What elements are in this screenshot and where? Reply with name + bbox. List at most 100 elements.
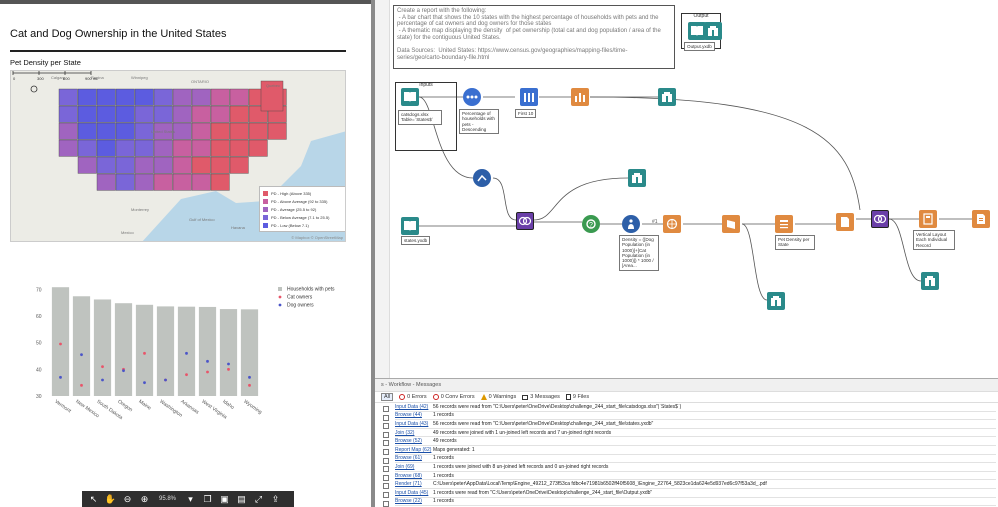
- x-tick-label: Maine: [137, 399, 152, 412]
- file-icon: [565, 394, 571, 400]
- report-text-tool-icon[interactable]: [775, 215, 793, 233]
- input-data-tool-icon[interactable]: [401, 217, 419, 235]
- state-region: [96, 88, 116, 106]
- message-row[interactable]: Browse (22) 1 records: [395, 498, 996, 507]
- filter-all[interactable]: All: [381, 393, 394, 401]
- point-dog-owners: [185, 351, 188, 355]
- pan-hand-icon[interactable]: ✋: [105, 494, 116, 505]
- message-tool-link[interactable]: Input Data (43): [395, 421, 433, 427]
- filter-errors[interactable]: 0 Errors: [399, 394, 427, 400]
- sample-label: First 10: [515, 109, 537, 119]
- join-tool-icon[interactable]: [871, 210, 889, 228]
- state-region: [134, 173, 154, 191]
- point-cat-owners: [227, 367, 230, 371]
- expand-icon[interactable]: ⤢: [253, 494, 264, 505]
- layout-tool-icon[interactable]: [919, 210, 937, 228]
- bar-households: [156, 306, 175, 396]
- browse-tool-icon[interactable]: [921, 272, 939, 290]
- export-icon[interactable]: ⇪: [270, 494, 281, 505]
- message-row[interactable]: Browse (52) 49 records: [395, 437, 996, 446]
- formula-tool-icon[interactable]: [622, 215, 640, 233]
- copy-icon[interactable]: ❐: [202, 494, 213, 505]
- message-row[interactable]: Report Map (62) Maps generated: 1: [395, 446, 996, 455]
- filter-warnings[interactable]: 0 Warnings: [480, 394, 516, 400]
- message-type-icon: [383, 491, 389, 498]
- zoom-out-icon[interactable]: ⊖: [122, 494, 133, 505]
- fit-page-icon[interactable]: ▣: [219, 494, 230, 505]
- browse-tool-icon[interactable]: [658, 88, 676, 106]
- report-map-tool-icon[interactable]: [722, 215, 740, 233]
- join-tool-icon[interactable]: [516, 212, 534, 230]
- bar-households: [219, 309, 238, 396]
- chart-tool-icon[interactable]: [571, 88, 589, 106]
- state-region: [77, 122, 97, 140]
- filter-files[interactable]: 9 Files: [565, 394, 589, 400]
- message-row[interactable]: Input Data (45) 1 records were read from …: [395, 489, 996, 498]
- chart-canvas: 3040506070Vermont New MexicoSouth DakotaO…: [36, 287, 335, 422]
- pointer-icon[interactable]: ↖: [88, 494, 99, 505]
- message-tool-link[interactable]: Browse (61): [395, 455, 433, 461]
- message-tool-link[interactable]: Browse (44): [395, 412, 433, 418]
- message-type-icon: [383, 440, 389, 447]
- density-formula-label: Density = ([Dog Population (in 1000)]+[C…: [619, 235, 659, 271]
- create-points-tool-icon[interactable]: [663, 215, 681, 233]
- state-region: [267, 122, 287, 140]
- filter-conv-errors[interactable]: 0 Conv Errors: [432, 394, 475, 400]
- annotation-comment[interactable]: Create a report with the following: - A …: [393, 5, 675, 69]
- message-row[interactable]: Input Data (42) 56 records were read from…: [395, 403, 996, 412]
- legend-item: PD - Below Average (7.1 to 25.5): [263, 213, 345, 221]
- message-tool-link[interactable]: Join (69): [395, 464, 433, 470]
- state-region: [248, 139, 268, 157]
- point-dog-owners: [143, 381, 146, 385]
- state-region: [153, 105, 173, 123]
- state-region: [229, 156, 249, 174]
- point-dog-owners: [164, 378, 167, 382]
- state-region: [58, 105, 78, 123]
- zoom-dropdown-icon[interactable]: ▾: [185, 494, 196, 505]
- message-tool-link[interactable]: Report Map (62): [395, 447, 433, 453]
- state-region: [172, 156, 192, 174]
- message-text: 49 records: [433, 438, 457, 445]
- message-row[interactable]: Render (71) C:\Users\peter\AppData\Local\…: [395, 480, 996, 489]
- browse-tool-icon[interactable]: [767, 292, 785, 310]
- browse-tool-icon[interactable]: [628, 169, 646, 187]
- record-id-tool-icon[interactable]: [473, 169, 491, 187]
- message-row[interactable]: Browse (68) 1 records: [395, 472, 996, 481]
- state-region: [210, 156, 230, 174]
- message-row[interactable]: Browse (61) 1 records: [395, 455, 996, 464]
- report-toolbar: ↖ ✋ ⊖ ⊕ 95.8% ▾ ❐ ▣ ▤ ⤢ ⇪: [82, 491, 294, 507]
- message-row[interactable]: Join (69) 1 records were joined with 8 un…: [395, 463, 996, 472]
- message-tool-link[interactable]: Input Data (42): [395, 404, 433, 410]
- sample-tool-icon[interactable]: [520, 88, 538, 106]
- message-tool-link[interactable]: Browse (22): [395, 498, 433, 504]
- message-tool-link[interactable]: Browse (68): [395, 473, 433, 479]
- browse-tool-icon[interactable]: [704, 22, 722, 40]
- fit-width-icon[interactable]: ▤: [236, 494, 247, 505]
- zoom-in-icon[interactable]: ⊕: [139, 494, 150, 505]
- message-row[interactable]: Browse (44) 1 records: [395, 412, 996, 421]
- y-tick-label: 40: [36, 367, 42, 373]
- spatial-info-tool-icon[interactable]: ?: [582, 215, 600, 233]
- sort-tool-icon[interactable]: [463, 88, 481, 106]
- input-data-tool-icon[interactable]: [401, 88, 419, 106]
- message-text: 49 records were joined with 1 un-joined …: [433, 429, 612, 436]
- message-tool-link[interactable]: Join (32): [395, 430, 433, 436]
- legend-swatch-high: [263, 190, 268, 196]
- state-region: [115, 173, 135, 191]
- workflow-canvas[interactable]: Create a report with the following: - A …: [375, 0, 998, 378]
- union-tool-icon[interactable]: [836, 213, 854, 231]
- message-tool-link[interactable]: Input Data (45): [395, 490, 433, 496]
- message-row[interactable]: Input Data (43) 56 records were read from…: [395, 420, 996, 429]
- state-region: [77, 88, 97, 106]
- message-tool-link[interactable]: Render (71): [395, 481, 433, 487]
- message-row[interactable]: Join (32) 49 records were joined with 1 u…: [395, 429, 996, 438]
- state-region: [115, 88, 135, 106]
- state-region: [96, 139, 116, 157]
- render-tool-icon[interactable]: [972, 210, 990, 228]
- message-row-icons: [383, 406, 393, 507]
- thematic-map[interactable]: Calgary Regina Winnipeg ONTARIO Quebec United…: [10, 70, 346, 242]
- filter-messages[interactable]: 3 Messages: [522, 394, 560, 400]
- message-tool-link[interactable]: Browse (52): [395, 438, 433, 444]
- zoom-level[interactable]: 95.8%: [159, 496, 176, 502]
- point-cat-owners: [185, 373, 188, 377]
